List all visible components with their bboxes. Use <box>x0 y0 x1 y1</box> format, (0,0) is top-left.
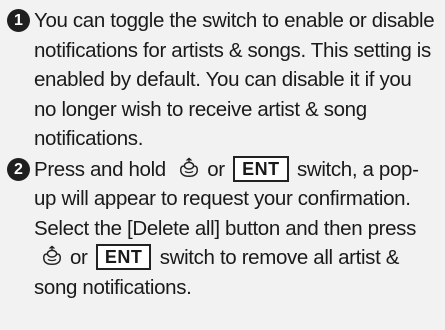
ent-key-2: ENT <box>95 244 152 270</box>
step-2-part-3: switch to remove all artist & song notif… <box>34 246 400 299</box>
step-1: 1 You can toggle the switch to enable or… <box>7 6 437 154</box>
ent-key-1: ENT <box>233 155 289 182</box>
page: 1 You can toggle the switch to enable or… <box>0 0 445 330</box>
step-number-1: 1 <box>7 9 30 32</box>
step-2: 2 Press and hold or ENT switch, a pop-up… <box>7 155 437 303</box>
or-text-2: or <box>70 246 88 269</box>
step-2-text: Press and hold or ENT switch, a pop-up w… <box>34 155 437 303</box>
interface-dial-icon <box>43 245 61 265</box>
step-number-2: 2 <box>7 157 30 181</box>
interface-dial-icon <box>180 157 199 177</box>
step-2-part-1: Press and hold <box>34 157 166 181</box>
or-text-1: or <box>207 157 225 181</box>
step-1-text: You can toggle the switch to enable or d… <box>34 9 435 150</box>
